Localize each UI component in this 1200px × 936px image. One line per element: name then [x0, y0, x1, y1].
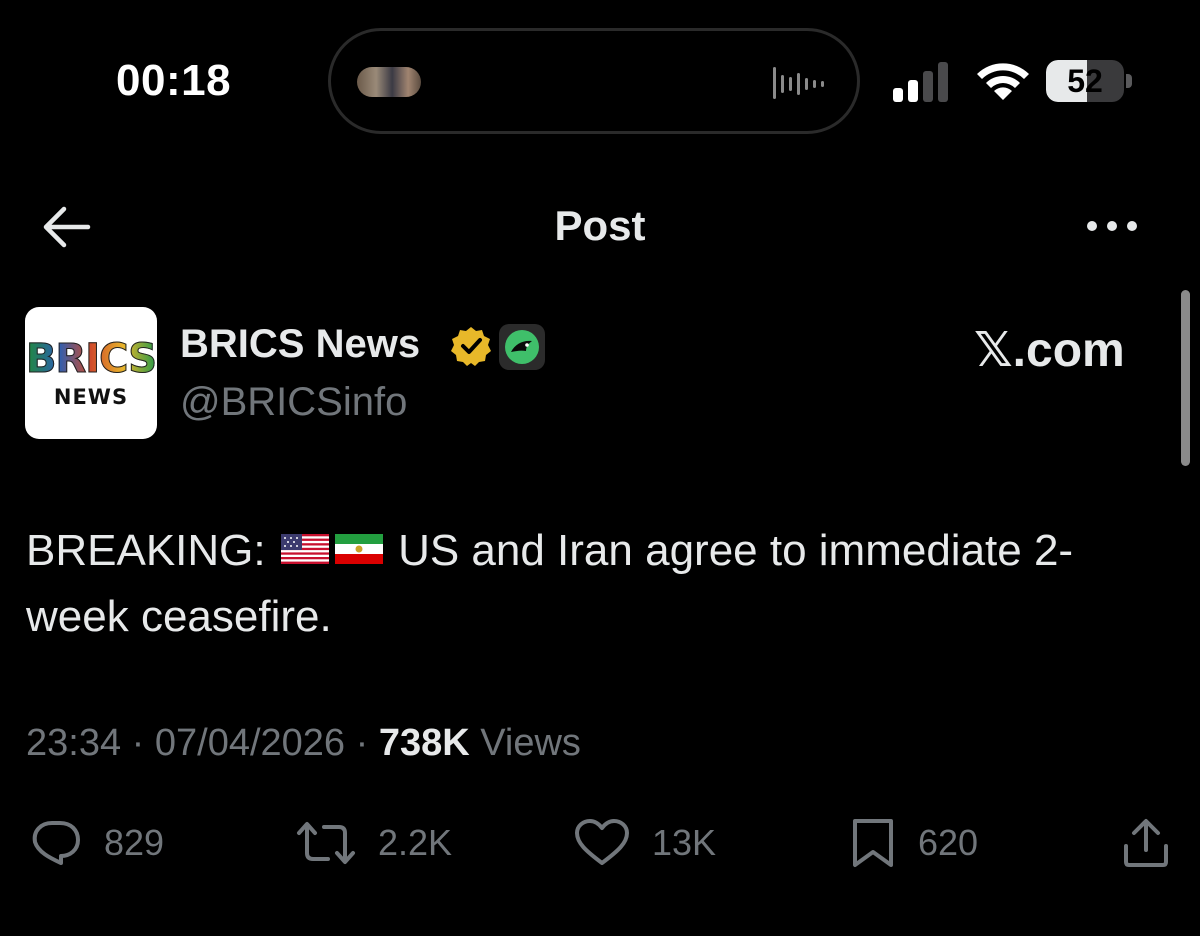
wifi-icon: [977, 63, 1029, 100]
iran-flag-icon: [334, 534, 383, 565]
reply-icon: [32, 821, 80, 865]
avatar-logo-text: BRICS: [25, 336, 157, 382]
avatar[interactable]: BRICS NEWS: [25, 307, 158, 439]
author-handle[interactable]: @BRICSinfo: [180, 380, 407, 425]
like-button[interactable]: 13K: [574, 818, 716, 868]
now-playing-thumbnail: [357, 67, 421, 97]
repost-button[interactable]: 2.2K: [296, 818, 452, 868]
tweet-date: 07/04/2026: [154, 722, 346, 764]
scrollbar[interactable]: [1181, 290, 1190, 466]
audio-waveform-icon: [773, 67, 824, 99]
meta-separator: ·: [355, 722, 369, 764]
repost-icon: [297, 822, 355, 864]
tweet-meta: 23:34 · 07/04/2026 · 738K Views: [26, 722, 581, 765]
reply-count: 829: [104, 822, 165, 863]
like-count: 13K: [652, 822, 717, 863]
status-time: 00:18: [116, 56, 232, 105]
us-flag-icon: [280, 534, 329, 565]
dynamic-island[interactable]: [328, 28, 860, 134]
page-title: Post: [554, 202, 646, 249]
meta-separator: ·: [131, 722, 145, 764]
bookmark-icon: [853, 819, 893, 867]
battery-indicator: 52: [1046, 60, 1136, 102]
avatar-logo-subtext: NEWS: [53, 385, 129, 409]
tweet-text: BREAKING: US and Iran agree to immediate…: [26, 518, 1156, 650]
share-icon: [1124, 819, 1168, 867]
cellular-signal-icon: [893, 62, 948, 102]
views-count[interactable]: 738K: [379, 722, 470, 764]
bookmark-button[interactable]: 620: [850, 818, 978, 868]
x-com-watermark: 𝕏.com: [974, 324, 1125, 377]
more-options-icon[interactable]: [1084, 214, 1140, 238]
affiliate-badge-icon[interactable]: [499, 324, 545, 370]
tweet-time: 23:34: [26, 722, 122, 764]
bookmark-count: 620: [918, 822, 979, 863]
reply-button[interactable]: 829: [30, 818, 164, 868]
author-name[interactable]: BRICS News: [180, 322, 420, 367]
share-button[interactable]: [1122, 818, 1170, 868]
repost-count: 2.2K: [378, 822, 453, 863]
battery-cap: [1126, 74, 1132, 88]
heart-icon: [575, 819, 629, 865]
views-label: Views: [480, 722, 581, 764]
verified-badge-icon[interactable]: [450, 325, 492, 367]
tweet-text-prefix: BREAKING:: [26, 526, 278, 575]
battery-percentage: 52: [1067, 63, 1103, 99]
